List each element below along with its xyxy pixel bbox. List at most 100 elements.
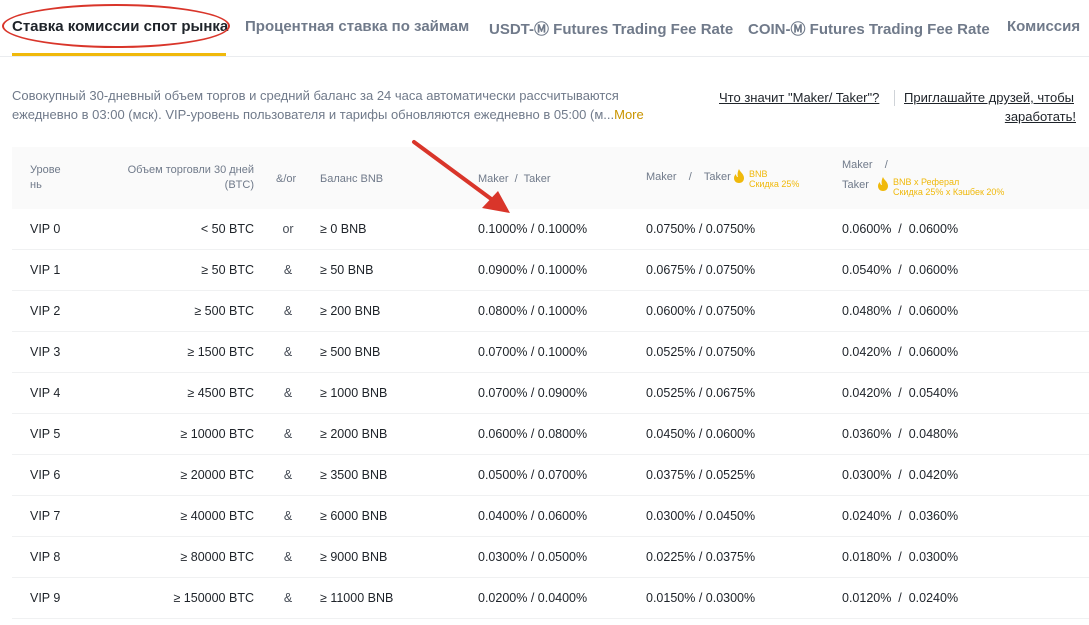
help-divider xyxy=(894,90,895,106)
cell-volume: ≥ 20000 BTC xyxy=(180,468,254,482)
cell-maker-taker: 0.0900% / 0.1000% xyxy=(478,263,588,277)
header-level-line-2: нь xyxy=(30,179,42,191)
cell-maker-taker-referral: 0.0420% / 0.0540% xyxy=(842,386,959,400)
cell-operator: & xyxy=(283,509,293,523)
table-row: VIP 8 ≥ 80000 BTC & ≥ 9000 BNB 0.0300% / 0.0… xyxy=(12,537,1089,578)
invite-link-line-1: Приглашайте друзей, чтобы xyxy=(904,90,1074,105)
cell-bnb-balance: ≥ 500 BNB xyxy=(320,345,381,359)
tab-spot-fee-rate[interactable]: Ставка комиссии спот рынка xyxy=(12,18,228,35)
referral-badge-line-2: Скидка 25% x Кэшбек 20% xyxy=(893,187,1005,197)
cell-maker-taker-referral: 0.0420% / 0.0600% xyxy=(842,345,959,359)
cell-level: VIP 9 xyxy=(30,591,61,605)
cell-maker-taker-bnb: 0.0525% / 0.0750% xyxy=(646,345,756,359)
cell-operator: & xyxy=(283,263,293,277)
header-bnb-balance: Баланс BNB xyxy=(320,173,384,185)
referral-badge-line-1: BNB x Реферал xyxy=(893,177,960,187)
header-maker-ref: Maker / xyxy=(842,159,888,171)
cell-volume: ≥ 150000 BTC xyxy=(173,591,254,605)
table-row: VIP 5 ≥ 10000 BTC & ≥ 2000 BNB 0.0600% / 0.0… xyxy=(12,414,1089,455)
cell-operator: & xyxy=(283,427,293,441)
cell-level: VIP 8 xyxy=(30,550,61,564)
table-body: VIP 0 < 50 BTC or ≥ 0 BNB 0.1000% / 0.1000% 0… xyxy=(12,209,1089,619)
more-link[interactable]: More xyxy=(614,107,644,122)
cell-operator: & xyxy=(283,550,293,564)
invite-link-line-2: заработать! xyxy=(1004,109,1076,124)
header-level-line-1: Урове xyxy=(30,164,61,176)
cell-bnb-balance: ≥ 50 BNB xyxy=(320,263,374,277)
tab-margin-interest-rate[interactable]: Процентная ставка по займам xyxy=(245,18,469,35)
cell-volume: ≥ 50 BTC xyxy=(201,263,254,277)
table-header: Урове нь Объем торговли 30 дней (BTC) &/… xyxy=(12,147,1089,209)
cell-level: VIP 7 xyxy=(30,509,61,523)
cell-maker-taker: 0.1000% / 0.1000% xyxy=(478,222,588,236)
tab-commission[interactable]: Комиссия xyxy=(1007,18,1080,35)
cell-bnb-balance: ≥ 2000 BNB xyxy=(320,427,388,441)
cell-maker-taker-referral: 0.0600% / 0.0600% xyxy=(842,222,959,236)
cell-maker-taker-bnb: 0.0525% / 0.0675% xyxy=(646,386,756,400)
cell-level: VIP 2 xyxy=(30,304,61,318)
cell-operator: & xyxy=(283,345,293,359)
table-row: VIP 7 ≥ 40000 BTC & ≥ 6000 BNB 0.0400% / 0.0… xyxy=(12,496,1089,537)
cell-bnb-balance: ≥ 11000 BNB xyxy=(320,591,394,605)
table-row: VIP 9 ≥ 150000 BTC & ≥ 11000 BNB 0.0200% / 0… xyxy=(12,578,1089,619)
cell-operator: or xyxy=(282,222,294,236)
cell-level: VIP 4 xyxy=(30,386,61,400)
table-row: VIP 2 ≥ 500 BTC & ≥ 200 BNB 0.0800% / 0.1000… xyxy=(12,291,1089,332)
cell-maker-taker: 0.0800% / 0.1000% xyxy=(478,304,588,318)
cell-maker-taker-referral: 0.0180% / 0.0300% xyxy=(842,550,959,564)
cell-maker-taker-bnb: 0.0300% / 0.0450% xyxy=(646,509,756,523)
cell-operator: & xyxy=(283,468,293,482)
tab-coin-futures-fee[interactable]: COIN-Ⓜ Futures Trading Fee Rate xyxy=(748,18,990,39)
cell-maker-taker: 0.0700% / 0.1000% xyxy=(478,345,588,359)
cell-operator: & xyxy=(283,386,293,400)
cell-maker-taker-bnb: 0.0450% / 0.0600% xyxy=(646,427,756,441)
cell-maker-taker-referral: 0.0540% / 0.0600% xyxy=(842,263,959,277)
invite-friends-link[interactable]: Приглашайте друзей, чтобы заработать! xyxy=(904,88,1089,126)
bnb-discount-badge: BNB Скидка 25% xyxy=(749,169,799,189)
cell-bnb-balance: ≥ 0 BNB xyxy=(320,222,367,236)
fire-icon xyxy=(878,177,888,191)
cell-volume: ≥ 10000 BTC xyxy=(180,427,254,441)
header-taker-ref: Taker xyxy=(842,179,869,191)
cell-maker-taker-bnb: 0.0675% / 0.0750% xyxy=(646,263,756,277)
header-volume-line-1: Объем торговли 30 дней xyxy=(127,164,254,176)
cell-bnb-balance: ≥ 1000 BNB xyxy=(320,386,388,400)
cell-volume: ≥ 40000 BTC xyxy=(180,509,254,523)
cell-level: VIP 5 xyxy=(30,427,61,441)
active-tab-indicator xyxy=(12,53,226,56)
table-row: VIP 4 ≥ 4500 BTC & ≥ 1000 BNB 0.0700% / 0.09… xyxy=(12,373,1089,414)
cell-maker-taker-referral: 0.0360% / 0.0480% xyxy=(842,427,959,441)
cell-maker-taker-bnb: 0.0150% / 0.0300% xyxy=(646,591,756,605)
cell-maker-taker: 0.0200% / 0.0400% xyxy=(478,591,588,605)
cell-maker-taker-referral: 0.0480% / 0.0600% xyxy=(842,304,959,318)
cell-volume: ≥ 4500 BTC xyxy=(187,386,254,400)
cell-maker-taker-referral: 0.0240% / 0.0360% xyxy=(842,509,959,523)
cell-maker-taker: 0.0700% / 0.0900% xyxy=(478,386,588,400)
cell-maker-taker-bnb: 0.0600% / 0.0750% xyxy=(646,304,756,318)
cell-level: VIP 1 xyxy=(30,263,61,277)
header-level: Урове нь xyxy=(30,163,61,193)
cell-maker-taker: 0.0600% / 0.0800% xyxy=(478,427,588,441)
cell-volume: ≥ 1500 BTC xyxy=(187,345,254,359)
table-row: VIP 1 ≥ 50 BTC & ≥ 50 BNB 0.0900% / 0.1000% 0… xyxy=(12,250,1089,291)
header-volume: Объем торговли 30 дней (BTC) xyxy=(92,163,254,193)
table-row: VIP 0 < 50 BTC or ≥ 0 BNB 0.1000% / 0.1000% 0… xyxy=(12,209,1089,250)
header-maker-taker: Maker / Taker xyxy=(478,173,551,185)
cell-maker-taker-bnb: 0.0225% / 0.0375% xyxy=(646,550,756,564)
header-volume-line-2: (BTC) xyxy=(224,179,254,191)
maker-taker-help-link[interactable]: Что значит "Maker/ Taker"? xyxy=(719,88,879,107)
cell-maker-taker: 0.0400% / 0.0600% xyxy=(478,509,588,523)
fee-tabs: Ставка комиссии спот рынка Процентная ст… xyxy=(0,0,1089,57)
cell-operator: & xyxy=(283,304,293,318)
description-line-2: ежедневно в 03:00 (мск). VIP-уровень пол… xyxy=(12,105,662,124)
fee-description: Совокупный 30-дневный объем торгов и сре… xyxy=(12,86,662,124)
cell-maker-taker: 0.0300% / 0.0500% xyxy=(478,550,588,564)
header-andor: &/or xyxy=(276,173,297,185)
cell-maker-taker-referral: 0.0300% / 0.0420% xyxy=(842,468,959,482)
cell-maker-taker: 0.0500% / 0.0700% xyxy=(478,468,588,482)
cell-bnb-balance: ≥ 9000 BNB xyxy=(320,550,388,564)
cell-volume: ≥ 80000 BTC xyxy=(180,550,254,564)
bnb-badge-line-2: Скидка 25% xyxy=(749,179,800,189)
header-maker-taker-bnb: Maker / Taker xyxy=(646,171,731,183)
tab-usdt-futures-fee[interactable]: USDT-Ⓜ Futures Trading Fee Rate xyxy=(489,18,733,39)
